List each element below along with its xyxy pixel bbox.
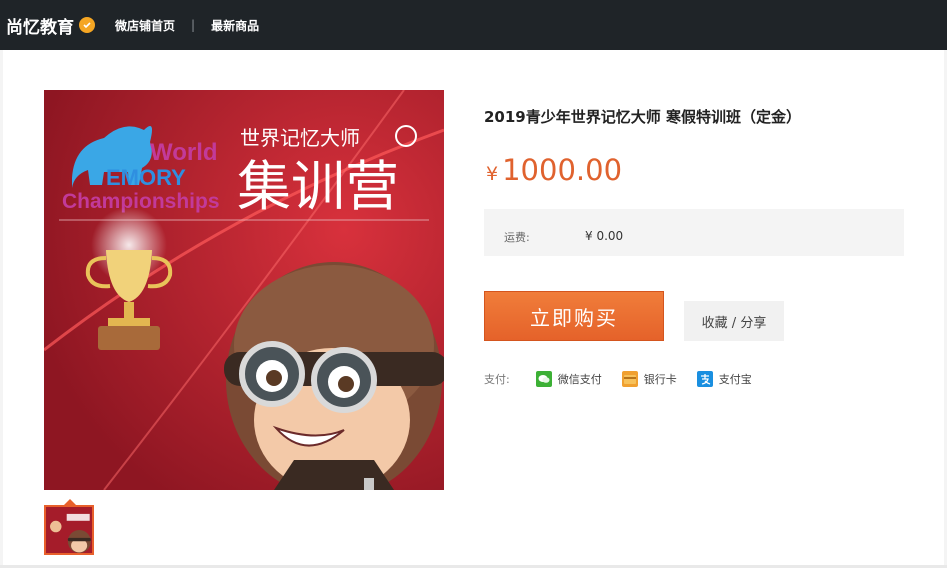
verified-badge-icon: [79, 17, 95, 33]
payment-method-label: 银行卡: [643, 373, 677, 386]
logo-world-text: World: [150, 139, 218, 166]
product-thumbnail[interactable]: [44, 505, 94, 555]
shipping-info: 运费: ¥ 0.00: [484, 209, 904, 256]
payment-method-bank-card[interactable]: 银行卡: [621, 371, 677, 387]
bank-card-icon: [621, 371, 638, 387]
shipping-label: 运费:: [504, 231, 530, 244]
brand[interactable]: 尚忆教育: [6, 13, 95, 38]
payment-method-label: 支付宝: [718, 373, 752, 386]
price-amount: 1000.00: [502, 153, 623, 187]
headline-large-text: 集训营: [237, 155, 399, 218]
shipping-value: ¥ 0.00: [585, 229, 624, 243]
product-title: 2019青少年世界记忆大师 寒假特训班（定金）: [484, 108, 801, 126]
thumbnail-graphic: [46, 507, 92, 553]
product-price: ¥ 1000.00: [486, 153, 622, 187]
headline-small-text: 世界记忆大师: [240, 126, 360, 150]
product-image-graphic: World EMORY Championships 世界记忆大师 集训营: [44, 90, 444, 490]
nav-separator: |: [191, 18, 196, 32]
top-navigation-bar: 尚忆教育 微店铺首页 | 最新商品: [0, 0, 947, 50]
payment-label: 支付:: [484, 373, 510, 386]
payment-method-wechat[interactable]: 微信支付: [535, 371, 602, 387]
logo-memory-text: EMORY: [106, 165, 186, 190]
nav-latest-products[interactable]: 最新商品: [211, 17, 259, 34]
buy-now-button[interactable]: 立即购买: [484, 291, 664, 341]
product-main-image: World EMORY Championships 世界记忆大师 集训营: [44, 90, 444, 490]
wechat-pay-icon: [535, 371, 552, 387]
alipay-icon: [696, 371, 713, 387]
price-currency: ¥: [486, 163, 499, 185]
favorite-share-button[interactable]: 收藏 / 分享: [684, 301, 784, 341]
brand-name[interactable]: 尚忆教育: [6, 13, 74, 38]
payment-method-alipay[interactable]: 支付宝: [696, 371, 752, 387]
shop-nav: 微店铺首页 | 最新商品: [115, 17, 259, 34]
nav-shop-home[interactable]: 微店铺首页: [115, 17, 175, 34]
payment-methods: 支付: 微信支付 银行卡 支付宝: [484, 370, 772, 388]
payment-method-label: 微信支付: [557, 373, 602, 386]
